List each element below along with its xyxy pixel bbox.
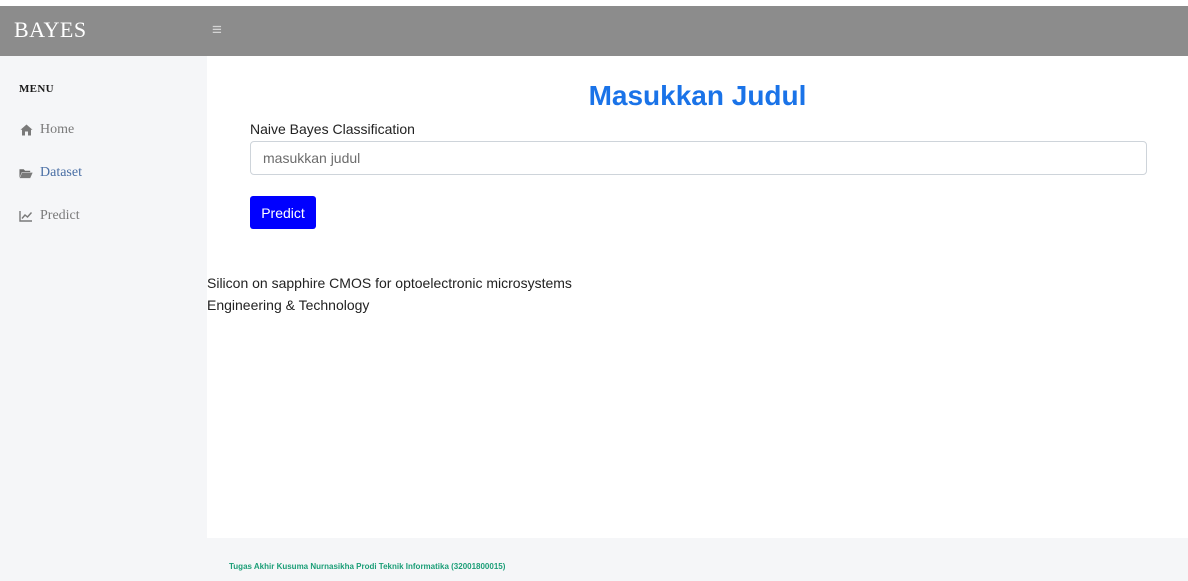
result-title: Silicon on sapphire CMOS for optoelectro… (207, 275, 572, 291)
sidebar-heading: MENU (19, 83, 54, 95)
form-label: Naive Bayes Classification (250, 121, 415, 137)
folder-icon (19, 166, 33, 180)
line-chart-icon (19, 209, 33, 223)
sidebar-item-dataset[interactable]: Dataset (19, 165, 82, 181)
predict-button[interactable]: Predict (250, 196, 316, 229)
footer: Tugas Akhir Kusuma Nurnasikha Prodi Tekn… (207, 538, 1188, 581)
result-category: Engineering & Technology (207, 297, 370, 313)
sidebar: MENU Home Dataset Predict (0, 56, 207, 581)
footer-credit: Tugas Akhir Kusuma Nurnasikha Prodi Tekn… (229, 562, 506, 571)
brand-logo[interactable]: BAYES (14, 17, 87, 43)
home-icon (19, 123, 33, 137)
sidebar-item-label: Predict (40, 208, 80, 223)
top-navbar: BAYES ≡ (0, 6, 1188, 56)
title-input[interactable] (250, 141, 1147, 175)
sidebar-item-predict[interactable]: Predict (19, 208, 80, 224)
hamburger-icon[interactable]: ≡ (212, 20, 222, 40)
main-content: Masukkan Judul Naive Bayes Classificatio… (207, 56, 1188, 538)
page-title: Masukkan Judul (588, 80, 807, 111)
sidebar-item-label: Dataset (40, 165, 82, 180)
sidebar-item-label: Home (40, 122, 75, 137)
sidebar-item-home[interactable]: Home (19, 122, 74, 138)
